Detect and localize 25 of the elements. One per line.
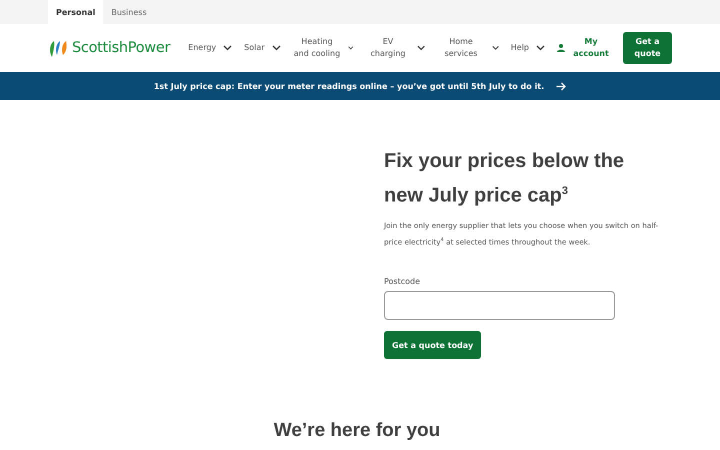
field-label: Postcode <box>384 277 422 286</box>
quote-today-button[interactable]: Get a quote today <box>384 331 482 360</box>
account-link[interactable]: My account <box>573 36 609 60</box>
quote-button[interactable]: Get a quote <box>623 32 672 64</box>
logo-text[interactable]: ScottishPower <box>72 40 170 56</box>
nav-item[interactable]: Solar <box>244 42 281 54</box>
section-heading: We’re here for you <box>272 419 442 442</box>
chevron-down-icon <box>223 45 232 51</box>
hero-title: Fix your prices below the new July price cap$^{3}$ <box>384 149 626 209</box>
nav-item[interactable]: Energy <box>188 42 232 54</box>
nav-item[interactable]: EV charging <box>366 36 426 60</box>
chevron-down-icon <box>272 45 281 51</box>
segment-tab[interactable]: Business <box>103 0 155 24</box>
person-icon <box>557 44 565 52</box>
nav-item[interactable]: Help <box>510 42 546 54</box>
nav-item[interactable]: Home services <box>437 36 499 60</box>
nav-item[interactable]: Heating and cooling <box>292 36 354 60</box>
postcode-field[interactable] <box>384 291 615 320</box>
chevron-down-icon <box>492 45 499 51</box>
arrow-right-icon[interactable] <box>556 82 566 90</box>
banner-text[interactable]: 1st July price cap: Enter your meter readings online – you’ve got until 5th July to do it. <box>154 82 544 90</box>
chevron-down-icon <box>348 45 354 51</box>
segment-tab[interactable]: Personal <box>48 0 104 24</box>
chevron-down-icon <box>417 45 426 51</box>
chevron-down-icon <box>536 45 546 51</box>
